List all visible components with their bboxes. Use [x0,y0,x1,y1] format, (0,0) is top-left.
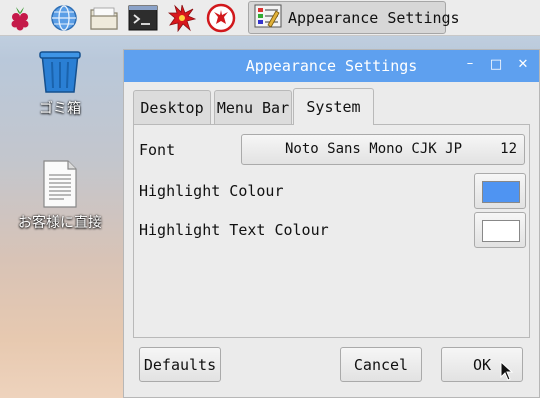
terminal-icon[interactable] [128,3,158,33]
tab-menu-bar[interactable]: Menu Bar [214,90,292,124]
appearance-settings-window: Appearance Settings – □ ✕ Desktop Menu B… [123,49,540,398]
desktop-item-label: お客様に直接 [18,215,102,231]
window-titlebar[interactable]: Appearance Settings – □ ✕ [124,50,539,82]
taskbar-task-label: Appearance Settings [288,8,460,27]
highlight-colour-swatch [482,181,520,203]
highlight-text-colour-button[interactable] [474,212,526,248]
highlight-colour-button[interactable] [474,173,526,209]
web-browser-icon[interactable] [49,3,79,33]
defaults-button[interactable]: Defaults [139,347,221,382]
desktop-item-document[interactable]: お客様に直接 [10,160,110,232]
burst-app-icon[interactable] [167,3,197,33]
close-button[interactable]: ✕ [515,57,531,73]
highlight-text-colour-swatch [482,220,520,242]
highlight-colour-label: Highlight Colour [139,182,284,200]
font-name-value: Noto Sans Mono CJK JP [285,141,463,157]
taskbar: Appearance Settings [0,0,540,36]
file-manager-icon[interactable] [89,3,119,33]
mouse-cursor-icon [500,361,514,381]
minimize-button[interactable]: – [462,56,478,72]
desktop-item-label: ゴミ箱 [39,101,81,117]
tab-desktop[interactable]: Desktop [133,90,211,124]
font-size-value: 12 [500,141,517,157]
raspberry-menu-icon[interactable] [5,3,35,33]
cancel-button[interactable]: Cancel [340,347,422,382]
appearance-settings-icon [254,3,282,33]
wolfram-icon[interactable] [206,3,236,33]
trash-icon [38,51,82,98]
highlight-text-colour-label: Highlight Text Colour [139,221,329,239]
desktop-item-trash[interactable]: ゴミ箱 [28,48,92,118]
maximize-button[interactable]: □ [488,57,504,73]
taskbar-task-appearance-settings[interactable]: Appearance Settings [248,1,460,34]
font-chooser-button[interactable]: Noto Sans Mono CJK JP 12 [241,134,525,165]
font-label: Font [139,141,176,159]
document-icon [42,160,78,212]
tab-system[interactable]: System [293,88,374,125]
system-settings-panel: Font Noto Sans Mono CJK JP 12 Highlight … [133,124,530,338]
